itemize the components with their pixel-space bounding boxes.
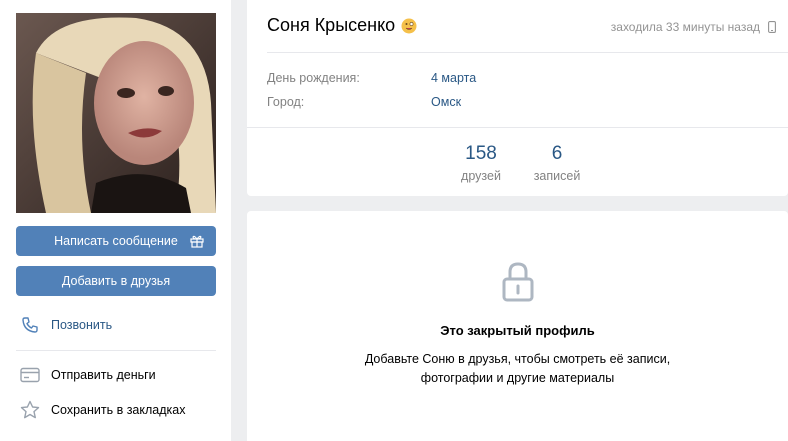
posts-caption: записей [533,169,581,183]
avatar[interactable] [16,13,216,213]
send-money-link[interactable]: Отправить деньги [16,357,216,393]
add-friend-label: Добавить в друзья [61,274,171,288]
private-text-line: Добавьте Соню в друзья, чтобы смотреть е… [364,352,671,366]
info-key: Город: [267,95,305,109]
city-link[interactable]: Омск [431,95,461,109]
private-profile-card: Это закрытый профиль Добавьте Соню в дру… [247,211,788,441]
info-row-city: Город: Омск [267,95,461,109]
friends-count: 158 [465,143,497,164]
divider [267,52,788,53]
friends-caption: друзей [461,169,501,183]
posts-count: 6 [551,143,563,164]
private-title: Это закрытый профиль [440,323,595,338]
card-icon [18,363,42,387]
star-icon [18,398,42,422]
profile-name-text: Соня Крысенко [267,15,396,35]
profile-name: Соня Крысенко [267,15,417,36]
smartphone-icon [768,21,776,33]
online-status-text: заходила 33 минуты назад [610,20,760,34]
info-key: День рождения: [267,71,360,85]
add-friend-button[interactable]: Добавить в друзья [16,266,216,296]
gift-icon[interactable] [190,234,204,248]
emoji-icon [401,18,417,33]
divider [247,127,788,128]
left-column: Написать сообщение Добавить в друзья Поз… [0,0,231,441]
lock-icon [502,262,534,302]
info-row-birthday: День рождения: 4 марта [267,71,476,85]
call-label: Позвонить [51,318,113,332]
private-text-line: фотографии и другие материалы [420,371,615,385]
call-link[interactable]: Позвонить [16,307,216,343]
friends-counter[interactable]: 158 друзей [452,143,510,183]
save-bookmark-link[interactable]: Сохранить в закладках [16,392,216,428]
posts-counter[interactable]: 6 записей [529,143,585,183]
private-description: Добавьте Соню в друзья, чтобы смотреть е… [247,350,788,388]
online-status: заходила 33 минуты назад [611,20,776,34]
profile-info-card: Соня Крысенко заходила 33 минуты назад Д… [247,0,788,196]
phone-icon [18,313,42,337]
send-message-label: Написать сообщение [54,234,178,248]
divider [16,350,216,351]
send-message-button[interactable]: Написать сообщение [16,226,216,256]
send-money-label: Отправить деньги [51,368,156,382]
save-bookmark-label: Сохранить в закладках [51,403,186,417]
birthday-link[interactable]: 4 марта [431,71,476,85]
